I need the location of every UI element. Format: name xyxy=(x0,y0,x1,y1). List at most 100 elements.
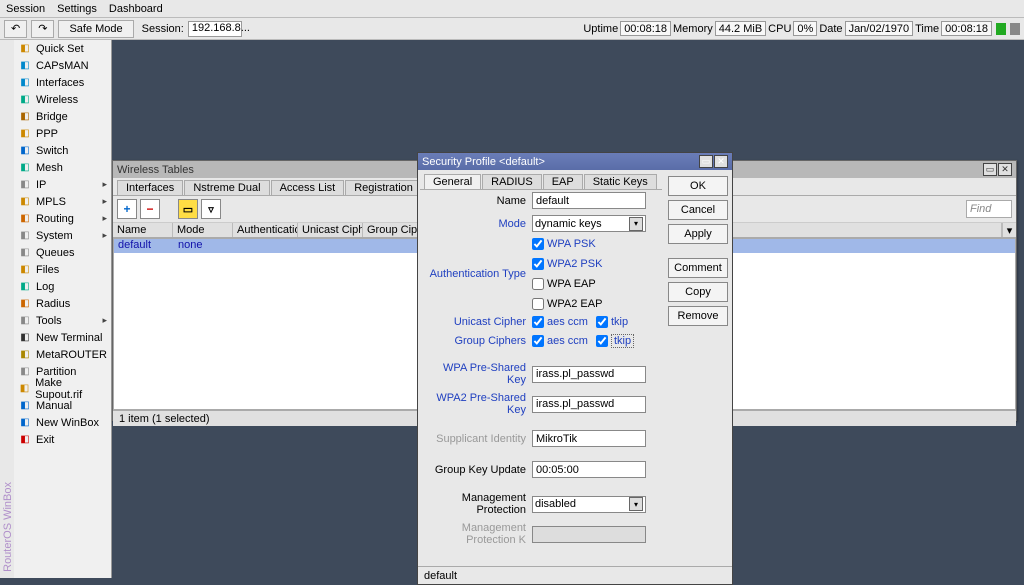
sidebar-label: Quick Set xyxy=(36,43,84,55)
sidebar-item-mpls[interactable]: ◧MPLS▸ xyxy=(14,193,111,210)
sidebar-item-capsman[interactable]: ◧CAPsMAN xyxy=(14,57,111,74)
sidebar-item-tools[interactable]: ◧Tools▸ xyxy=(14,312,111,329)
chk-wpa-eap[interactable]: WPA EAP xyxy=(532,278,596,290)
copy-button[interactable]: Copy xyxy=(668,282,728,302)
cpu-label: CPU xyxy=(768,23,791,35)
chevron-down-icon: ▾ xyxy=(629,217,643,231)
input-name[interactable] xyxy=(532,192,646,209)
sidebar-item-routing[interactable]: ◧Routing▸ xyxy=(14,210,111,227)
chk-aes-gc[interactable]: aes ccm xyxy=(532,334,588,348)
th-uc[interactable]: Unicast Cipher xyxy=(298,223,363,237)
chk-tkip-uc[interactable]: tkip xyxy=(596,316,628,328)
menu-session[interactable]: Session xyxy=(6,3,45,15)
label-auth: Authentication Type xyxy=(424,268,532,280)
minimize-icon[interactable]: ▭ xyxy=(699,155,713,168)
sidebar-label: Interfaces xyxy=(36,77,84,89)
sidebar-label: CAPsMAN xyxy=(36,60,89,72)
chk-aes-uc[interactable]: aes ccm xyxy=(532,316,588,328)
chk-wpa2-psk[interactable]: WPA2 PSK xyxy=(532,258,602,270)
sidebar-item-interfaces[interactable]: ◧Interfaces xyxy=(14,74,111,91)
tab-accesslist[interactable]: Access List xyxy=(271,180,345,195)
sidebar-item-make-supout.rif[interactable]: ◧Make Supout.rif xyxy=(14,380,111,397)
menu-settings[interactable]: Settings xyxy=(57,3,97,15)
cancel-button[interactable]: Cancel xyxy=(668,200,728,220)
tab-statickeys[interactable]: Static Keys xyxy=(584,174,657,189)
filter-button[interactable]: ▿ xyxy=(201,199,221,219)
ok-button[interactable]: OK xyxy=(668,176,728,196)
chevron-right-icon: ▸ xyxy=(102,230,107,241)
folder-button[interactable]: ▭ xyxy=(178,199,198,219)
add-button[interactable]: + xyxy=(117,199,137,219)
tab-registration[interactable]: Registration xyxy=(345,180,422,195)
input-supp[interactable] xyxy=(532,430,646,447)
uptime-label: Uptime xyxy=(583,23,618,35)
th-name[interactable]: Name xyxy=(113,223,173,237)
sidebar-item-files[interactable]: ◧Files xyxy=(14,261,111,278)
chevron-right-icon: ▸ xyxy=(102,315,107,326)
dialog-title[interactable]: Security Profile <default> ▭ ✕ xyxy=(418,153,732,170)
menu-dashboard[interactable]: Dashboard xyxy=(109,3,163,15)
th-auth[interactable]: Authenticatio... xyxy=(233,223,298,237)
sidebar-item-switch[interactable]: ◧Switch xyxy=(14,142,111,159)
sidebar-item-bridge[interactable]: ◧Bridge xyxy=(14,108,111,125)
tab-radius[interactable]: RADIUS xyxy=(482,174,542,189)
tab-general[interactable]: General xyxy=(424,174,481,189)
safemode-button[interactable]: Safe Mode xyxy=(58,20,133,38)
sidebar-icon: ◧ xyxy=(18,128,32,140)
sidebar-label: Bridge xyxy=(36,111,68,123)
sidebar-item-exit[interactable]: ◧Exit xyxy=(14,431,111,448)
sidebar-label: MPLS xyxy=(36,196,66,208)
select-mode[interactable]: dynamic keys▾ xyxy=(532,215,646,232)
chevron-right-icon: ▸ xyxy=(102,213,107,224)
sidebar-item-mesh[interactable]: ◧Mesh xyxy=(14,159,111,176)
sidebar-icon: ◧ xyxy=(18,94,32,106)
select-mp[interactable]: disabled▾ xyxy=(532,496,646,513)
chk-wpa2-eap[interactable]: WPA2 EAP xyxy=(532,298,602,310)
undo-button[interactable]: ↶ xyxy=(4,20,27,38)
chk-wpa-psk[interactable]: WPA PSK xyxy=(532,238,596,250)
session-value[interactable]: 192.168.8... xyxy=(188,21,242,37)
close-icon[interactable]: ✕ xyxy=(998,163,1012,176)
sidebar-icon: ◧ xyxy=(18,400,32,412)
sidebar-item-queues[interactable]: ◧Queues xyxy=(14,244,111,261)
input-wpa-psk[interactable] xyxy=(532,366,646,383)
redo-button[interactable]: ↷ xyxy=(31,20,54,38)
sidebar-item-quick-set[interactable]: ◧ Quick Set xyxy=(14,40,111,57)
label-wpa2-psk: WPA2 Pre-Shared Key xyxy=(424,392,532,416)
sidebar-item-log[interactable]: ◧Log xyxy=(14,278,111,295)
remove-button[interactable]: − xyxy=(140,199,160,219)
column-dropdown[interactable]: ▾ xyxy=(1002,223,1016,237)
status-led-gray xyxy=(1010,23,1020,35)
status-led-green xyxy=(996,23,1006,35)
cell-mode: none xyxy=(174,239,234,253)
find-input[interactable]: Find xyxy=(966,200,1012,218)
remove-button[interactable]: Remove xyxy=(668,306,728,326)
sidebar-item-new-terminal[interactable]: ◧New Terminal xyxy=(14,329,111,346)
sidebar-item-ppp[interactable]: ◧PPP xyxy=(14,125,111,142)
label-name: Name xyxy=(424,195,532,207)
tab-interfaces[interactable]: Interfaces xyxy=(117,180,183,195)
sidebar-item-ip[interactable]: ◧IP▸ xyxy=(14,176,111,193)
comment-button[interactable]: Comment xyxy=(668,258,728,278)
filter-icon: ▿ xyxy=(208,203,214,216)
sidebar-item-wireless[interactable]: ◧Wireless xyxy=(14,91,111,108)
tab-eap[interactable]: EAP xyxy=(543,174,583,189)
label-mpk: Management Protection K xyxy=(424,522,532,546)
sidebar-icon: ◧ xyxy=(18,366,32,378)
th-mode[interactable]: Mode xyxy=(173,223,233,237)
sidebar-icon: ◧ xyxy=(18,43,32,55)
minimize-icon[interactable]: ▭ xyxy=(983,163,997,176)
dialog-status: default xyxy=(418,566,732,584)
input-wpa2-psk[interactable] xyxy=(532,396,646,413)
close-icon[interactable]: ✕ xyxy=(714,155,728,168)
sidebar-item-new-winbox[interactable]: ◧ New WinBox xyxy=(14,414,111,431)
sidebar-label: New WinBox xyxy=(36,417,99,429)
chk-tkip-gc[interactable]: tkip xyxy=(596,334,634,348)
input-gku[interactable] xyxy=(532,461,646,478)
apply-button[interactable]: Apply xyxy=(668,224,728,244)
sidebar-item-system[interactable]: ◧System▸ xyxy=(14,227,111,244)
tab-nstreme[interactable]: Nstreme Dual xyxy=(184,180,269,195)
sidebar-item-radius[interactable]: ◧Radius xyxy=(14,295,111,312)
sidebar-item-metarouter[interactable]: ◧MetaROUTER xyxy=(14,346,111,363)
sidebar-icon: ◧ xyxy=(18,417,32,429)
